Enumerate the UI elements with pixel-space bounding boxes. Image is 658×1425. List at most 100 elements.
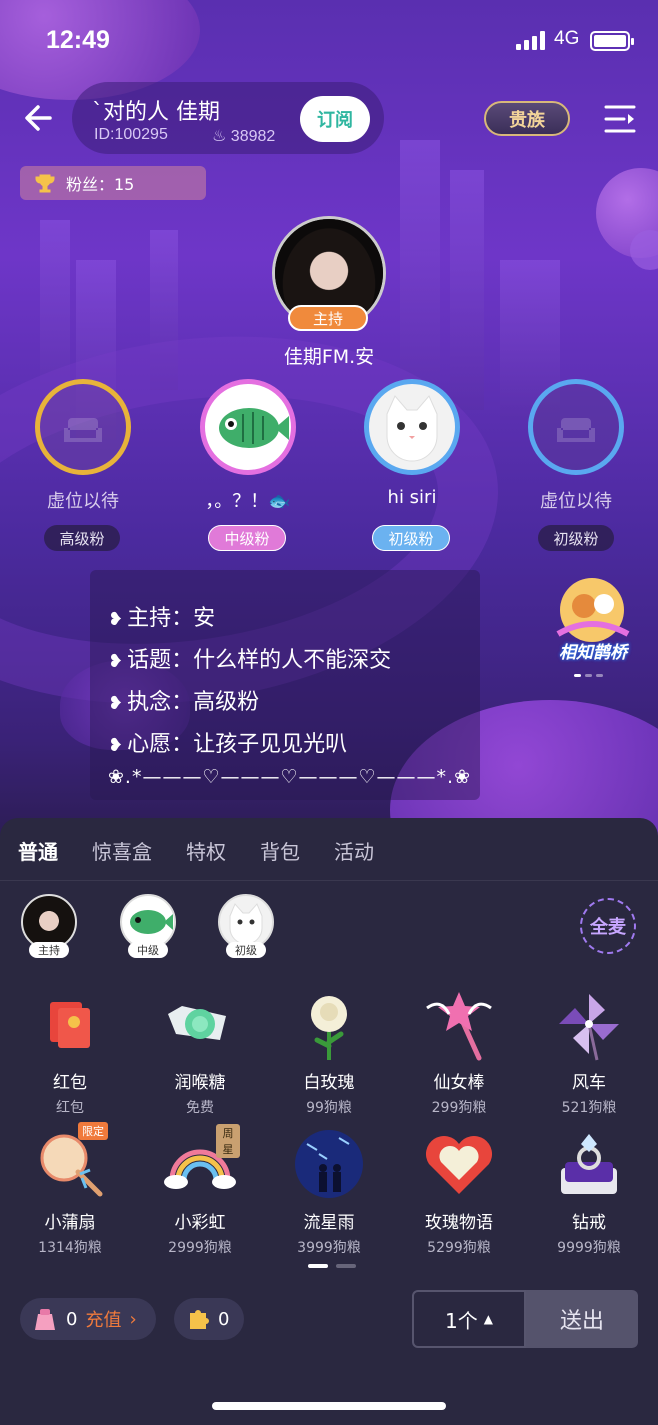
gift-price: 5299狗粮 [427, 1240, 491, 1256]
seat-3-name: hi siri [387, 487, 437, 508]
send-button[interactable]: 送出 [526, 1290, 638, 1348]
seat-4-badge: 初级粉 [538, 525, 614, 551]
notice-line: ❥ 心愿：让孩子见见光叭 [108, 732, 348, 757]
gift-price: 免费 [186, 1100, 214, 1116]
room-id: ID:100295 [94, 126, 168, 143]
status-bar: 12:49 4G [0, 0, 658, 80]
gift-price: 99狗粮 [306, 1100, 352, 1116]
gift-item[interactable]: 玫瑰物语 5299狗粮 [394, 1124, 524, 1257]
all-mic-button[interactable]: 全麦 [580, 898, 636, 954]
gift-name: 白玫瑰 [303, 1073, 355, 1093]
promo-pager [574, 674, 603, 677]
battery-icon [590, 31, 634, 51]
noble-button[interactable]: 贵族 [484, 101, 570, 136]
cat-avatar-icon [386, 395, 438, 462]
tab-activity[interactable]: 活动 [334, 836, 374, 865]
tab-privilege[interactable]: 特权 [186, 836, 226, 865]
tab-backpack[interactable]: 背包 [260, 836, 300, 865]
promo-banner[interactable]: 相知鹊桥 [552, 574, 634, 668]
quantity-selector[interactable]: 1个 ▲ [412, 1290, 526, 1348]
cat-avatar-icon [229, 903, 263, 945]
quantity-value: 1个 [445, 1308, 478, 1333]
gift-item[interactable]: 红包 红包 [5, 984, 135, 1117]
notice-line: ❥ 主持：安 [108, 606, 216, 631]
home-indicator [212, 1402, 446, 1410]
gift-price: 1314狗粮 [38, 1240, 102, 1256]
room-popularity: ♨ 38982 [212, 126, 275, 146]
seat-3-avatar[interactable] [364, 379, 460, 475]
gift-item[interactable]: 限定 小蒲扇 1314狗粮 [5, 1122, 135, 1257]
recipient-mid-tag: 中级 [128, 942, 168, 958]
balance-amount: 0 [66, 1308, 78, 1330]
sofa-icon [557, 418, 595, 442]
divider [0, 880, 658, 881]
host-tag: 主持 [288, 305, 368, 331]
gift-tag: 周星 [216, 1124, 240, 1158]
gift-price: 299狗粮 [431, 1100, 487, 1116]
status-time: 12:49 [46, 26, 110, 54]
fans-badge[interactable]: 粉丝：15 [20, 166, 206, 200]
gift-item[interactable]: 白玫瑰 99狗粮 [264, 984, 394, 1117]
balance-pill[interactable]: 0 充值 › [20, 1298, 156, 1340]
seat-2-badge: 中级粉 [208, 525, 286, 551]
heart-bullet-icon: ❥ [108, 735, 124, 756]
trophy-icon [35, 174, 55, 193]
caret-up-icon: ▲ [483, 1312, 493, 1326]
promo-label: 相知鹊桥 [559, 643, 627, 663]
recharge-button[interactable]: 充值 [85, 1306, 121, 1332]
network-type: 4G [554, 28, 580, 49]
gift-item[interactable]: 润喉糖 免费 [135, 984, 265, 1117]
meteor-icon [295, 1130, 363, 1198]
gift-pager [308, 1264, 356, 1268]
fairy-wand-icon [426, 992, 492, 1061]
signal-icon [516, 30, 545, 50]
chevron-right-icon: › [129, 1308, 137, 1330]
recipient-host-tag: 主持 [29, 942, 69, 958]
more-menu-icon[interactable] [604, 104, 636, 134]
subscribe-button[interactable]: 订阅 [300, 96, 370, 142]
seat-4-name: 虚位以待 [540, 491, 612, 512]
tab-normal[interactable]: 普通 [18, 836, 58, 865]
gift-item[interactable]: 风车 521狗粮 [524, 984, 654, 1117]
sofa-icon [64, 418, 102, 442]
gift-name: 小彩虹 [174, 1213, 226, 1233]
gift-price: 9999狗粮 [557, 1240, 621, 1256]
host-name: 佳期FM.安 [283, 346, 375, 368]
gift-name: 钻戒 [572, 1213, 606, 1233]
popularity-count: 38982 [230, 128, 276, 145]
candy-icon [168, 1006, 226, 1040]
gift-name: 风车 [572, 1073, 606, 1093]
fish-avatar-icon [130, 910, 173, 934]
seat-1-empty[interactable] [35, 379, 131, 475]
back-arrow-icon[interactable] [20, 98, 60, 138]
gift-name: 仙女棒 [433, 1073, 485, 1093]
heart-bullet-icon: ❥ [108, 651, 124, 672]
gift-tabs: 普通 惊喜盒 特权 背包 活动 [18, 836, 374, 865]
gift-item[interactable]: 流星雨 3999狗粮 [264, 1124, 394, 1257]
notice-line: ❥ 话题：什么样的人不能深交 [108, 648, 392, 673]
seat-2-avatar[interactable] [200, 379, 296, 475]
recipient-junior-tag: 初级 [226, 942, 266, 958]
heart-bullet-icon: ❥ [108, 609, 124, 630]
tab-surprise-box[interactable]: 惊喜盒 [92, 836, 152, 865]
gift-price: 521狗粮 [561, 1100, 617, 1116]
diamond-ring-icon [561, 1134, 617, 1194]
gift-price: 3999狗粮 [297, 1240, 361, 1256]
rose-heart-icon [425, 1135, 493, 1194]
gift-item[interactable]: 周星 小彩虹 2999狗粮 [135, 1124, 265, 1257]
notice-line: ❥ 执念：高级粉 [108, 690, 260, 715]
seat-1-name: 虚位以待 [47, 491, 119, 512]
flame-icon: ♨ [212, 128, 227, 145]
gift-item[interactable]: 仙女棒 299狗粮 [394, 984, 524, 1117]
seat-3-badge: 初级粉 [372, 525, 450, 551]
room-notice: ❥ 主持：安 ❥ 话题：什么样的人不能深交 ❥ 执念：高级粉 ❥ 心愿：让孩子见见光叭 … [90, 570, 480, 800]
seat-4-empty[interactable] [528, 379, 624, 475]
heart-bullet-icon: ❥ [108, 693, 124, 714]
puzzle-balance-pill[interactable]: 0 [174, 1298, 244, 1340]
fans-count: 粉丝：15 [66, 175, 135, 194]
dog-food-bag-icon [35, 1309, 55, 1330]
gift-name: 小蒲扇 [44, 1213, 96, 1233]
gift-item[interactable]: 钻戒 9999狗粮 [524, 1124, 654, 1257]
notice-decoration: ❀.*———♡———♡———♡———*.❀ [108, 766, 472, 788]
gift-name: 流星雨 [303, 1213, 355, 1233]
